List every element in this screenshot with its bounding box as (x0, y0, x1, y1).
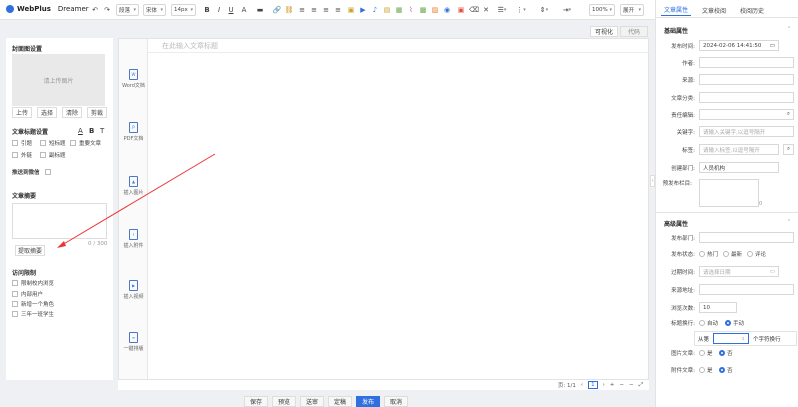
option-label: 否 (727, 351, 733, 357)
option-label: 最新 (731, 252, 743, 258)
option-label: 自动 (707, 321, 719, 327)
wrap-char-input[interactable]: ⇕ (713, 333, 750, 344)
status-latest[interactable]: 最新 (723, 250, 743, 258)
wrap-from-label: 从第 (698, 336, 710, 343)
option-label: 热门 (707, 252, 719, 258)
tab-article-review[interactable]: 文章校阅 (699, 4, 729, 16)
checkbox[interactable] (723, 251, 729, 257)
section-divider (656, 212, 798, 213)
checkbox[interactable] (747, 251, 753, 257)
tag-placeholder: 请输入标签,以逗号隔开 (703, 147, 760, 154)
basic-properties-heading: 基础属性 (664, 28, 689, 35)
tab-divider (656, 17, 798, 18)
advanced-properties-heading: 高级属性 (664, 221, 689, 228)
dept-label: 创建部门: (671, 165, 695, 172)
source-input[interactable] (699, 74, 794, 85)
editor-label: 责任编辑: (671, 112, 695, 119)
calendar-icon: ▭ (769, 42, 775, 49)
radio-selected[interactable] (719, 367, 725, 373)
publish-time-label: 发布时间: (671, 43, 695, 50)
views-input[interactable]: 10 (699, 302, 737, 313)
pub-status-label: 发布状态: (671, 252, 695, 258)
attach-no[interactable]: 否 (719, 366, 733, 374)
column-label: 预发布栏目: (662, 181, 692, 187)
stepper-icon[interactable]: ⇕ (742, 336, 745, 341)
expire-input[interactable]: 请选择日期 ▭ (699, 266, 779, 277)
author-label: 作者: (682, 60, 695, 67)
status-hot[interactable]: 热门 (699, 250, 719, 258)
search-icon: ⌕ (786, 111, 790, 117)
column-input[interactable] (699, 179, 759, 207)
source-url-input[interactable] (699, 284, 794, 295)
expire-label: 过期时间: (671, 269, 695, 276)
option-label: 是 (707, 368, 713, 374)
wrap-label: 标题换行: (671, 321, 695, 327)
pub-dept-label: 发布部门: (671, 235, 695, 242)
attach-yes[interactable]: 是 (699, 366, 715, 374)
chevron-up-icon[interactable]: ⌃ (787, 26, 791, 32)
option-label: 手动 (733, 321, 745, 327)
tag-label: 标签: (682, 147, 695, 154)
editor-input[interactable]: ⌕ (699, 109, 794, 120)
image-no[interactable]: 否 (719, 349, 733, 357)
category-input[interactable] (699, 92, 794, 103)
views-label: 浏览次数: (671, 305, 695, 312)
radio[interactable] (699, 320, 705, 326)
calendar-icon: ▭ (769, 268, 775, 275)
expire-placeholder: 请选择日期 (703, 269, 731, 276)
image-article-label: 图片文章: (671, 351, 695, 357)
column-count: 0 (759, 201, 763, 207)
radio[interactable] (699, 367, 705, 373)
option-label: 否 (727, 368, 733, 374)
dept-value: 人员机构 (703, 165, 726, 172)
wrap-suffix: 个字符换行 (753, 336, 781, 343)
views-value: 10 (703, 304, 710, 311)
publish-time-input[interactable]: 2024-02-06 14:41:50 ▭ (699, 40, 779, 51)
chevron-up-icon[interactable]: ⌃ (787, 219, 791, 225)
radio[interactable] (699, 350, 705, 356)
category-label: 文章分类: (671, 95, 695, 102)
tag-input[interactable]: 请输入标签,以逗号隔开 (699, 144, 779, 155)
keyword-label: 关键字: (676, 129, 695, 136)
author-input[interactable] (699, 57, 794, 68)
wrap-manual[interactable]: 手动 (725, 319, 744, 327)
radio-selected[interactable] (719, 350, 725, 356)
checkbox[interactable] (699, 251, 705, 257)
source-url-label: 来源地址: (671, 287, 695, 294)
keyword-placeholder: 请输入关键字,以逗号隔开 (703, 129, 766, 136)
image-yes[interactable]: 是 (699, 349, 715, 357)
tab-article-properties[interactable]: 文章属性 (661, 4, 691, 16)
option-label: 是 (707, 351, 713, 357)
tag-search-button[interactable]: ⌕ (783, 144, 794, 155)
wrap-auto[interactable]: 自动 (699, 319, 721, 327)
publish-time-value: 2024-02-06 14:41:50 (703, 42, 762, 49)
tab-review-history[interactable]: 校阅历史 (737, 4, 767, 16)
keyword-input[interactable]: 请输入关键字,以逗号隔开 (699, 126, 794, 137)
source-label: 来源: (682, 77, 695, 84)
radio-selected[interactable] (725, 320, 731, 326)
status-comment[interactable]: 评论 (747, 250, 766, 258)
properties-panel: 文章属性 文章校阅 校阅历史 基础属性 ⌃ 发布时间: 2024-02-06 14… (655, 0, 798, 407)
attach-article-label: 附件文章: (671, 368, 695, 374)
dept-select[interactable]: 人员机构 (699, 162, 779, 173)
search-icon: ⌕ (786, 146, 791, 152)
pub-dept-input[interactable] (699, 232, 794, 243)
option-label: 评论 (755, 252, 767, 258)
